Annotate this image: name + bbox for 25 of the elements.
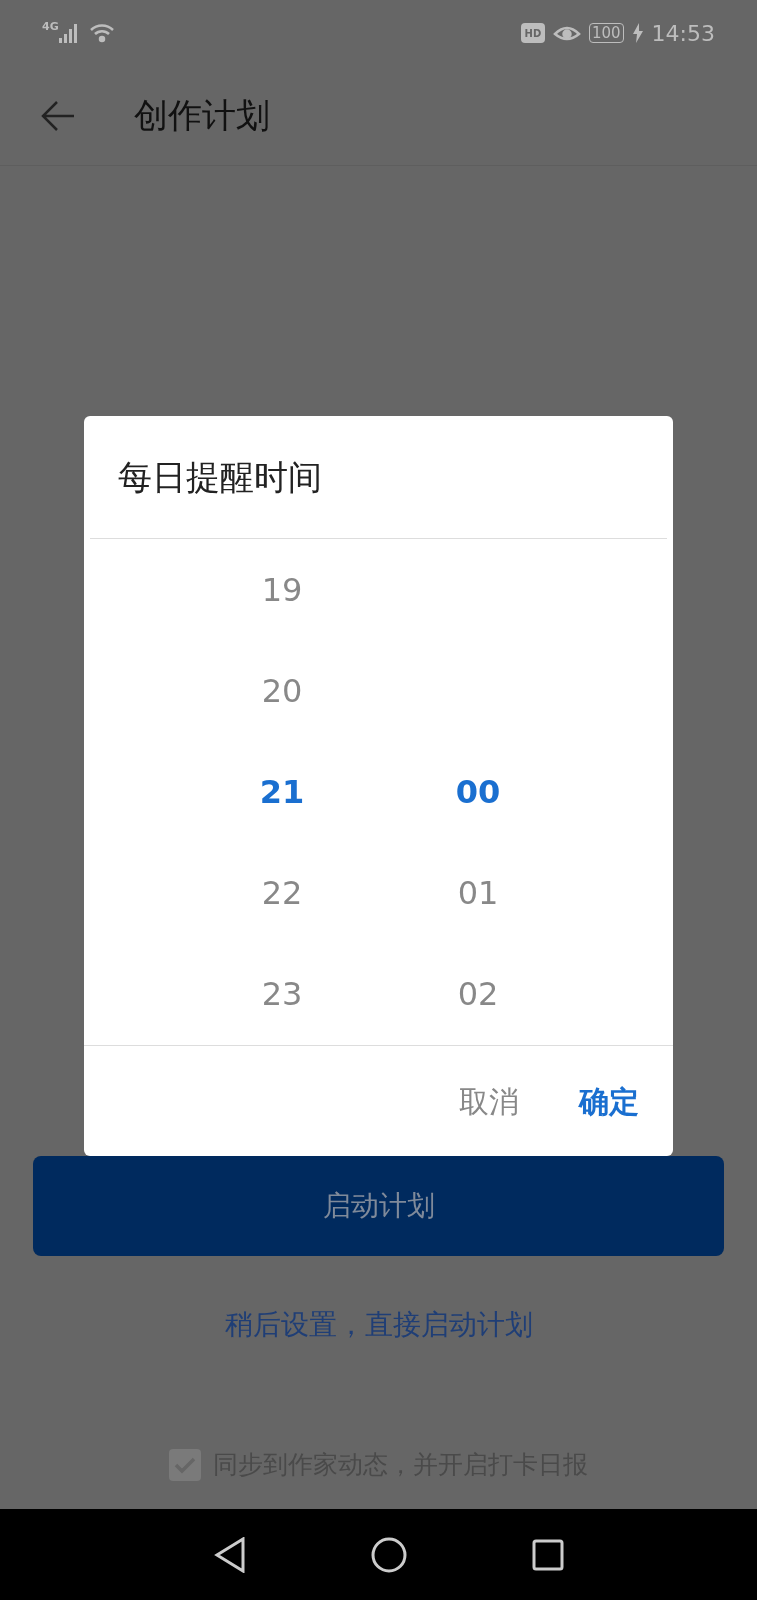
- hd-icon: HD: [520, 23, 545, 43]
- page-title: 创作计划: [134, 94, 270, 137]
- charging-icon: [631, 23, 644, 43]
- picker-option[interactable]: 00: [455, 767, 501, 816]
- network-label: 4G: [42, 18, 59, 35]
- picker-option[interactable]: 21: [259, 767, 305, 816]
- picker-option[interactable]: 02: [457, 969, 499, 1018]
- recents-nav-icon[interactable]: [531, 1538, 564, 1571]
- time-picker[interactable]: 19 20 21 22 23 00 01 02: [84, 539, 673, 1045]
- confirm-button[interactable]: 确定: [579, 1078, 639, 1124]
- cancel-button[interactable]: 取消: [459, 1078, 519, 1124]
- wifi-icon: [88, 22, 115, 44]
- picker-option[interactable]: 01: [457, 868, 499, 917]
- start-later-link[interactable]: 稍后设置，直接启动计划: [224, 1304, 533, 1346]
- clock: 14:53: [651, 19, 715, 48]
- battery-indicator: 100: [588, 23, 624, 43]
- start-plan-button[interactable]: 启动计划: [33, 1156, 724, 1256]
- picker-option[interactable]: 20: [261, 666, 303, 715]
- picker-option[interactable]: 22: [261, 868, 303, 917]
- back-nav-icon[interactable]: [213, 1536, 246, 1573]
- home-nav-icon[interactable]: [370, 1536, 407, 1573]
- back-arrow-icon: [40, 99, 76, 132]
- picker-option[interactable]: 19: [261, 565, 303, 614]
- dialog-title: 每日提醒时间: [118, 455, 322, 499]
- picker-option[interactable]: 23: [261, 969, 303, 1018]
